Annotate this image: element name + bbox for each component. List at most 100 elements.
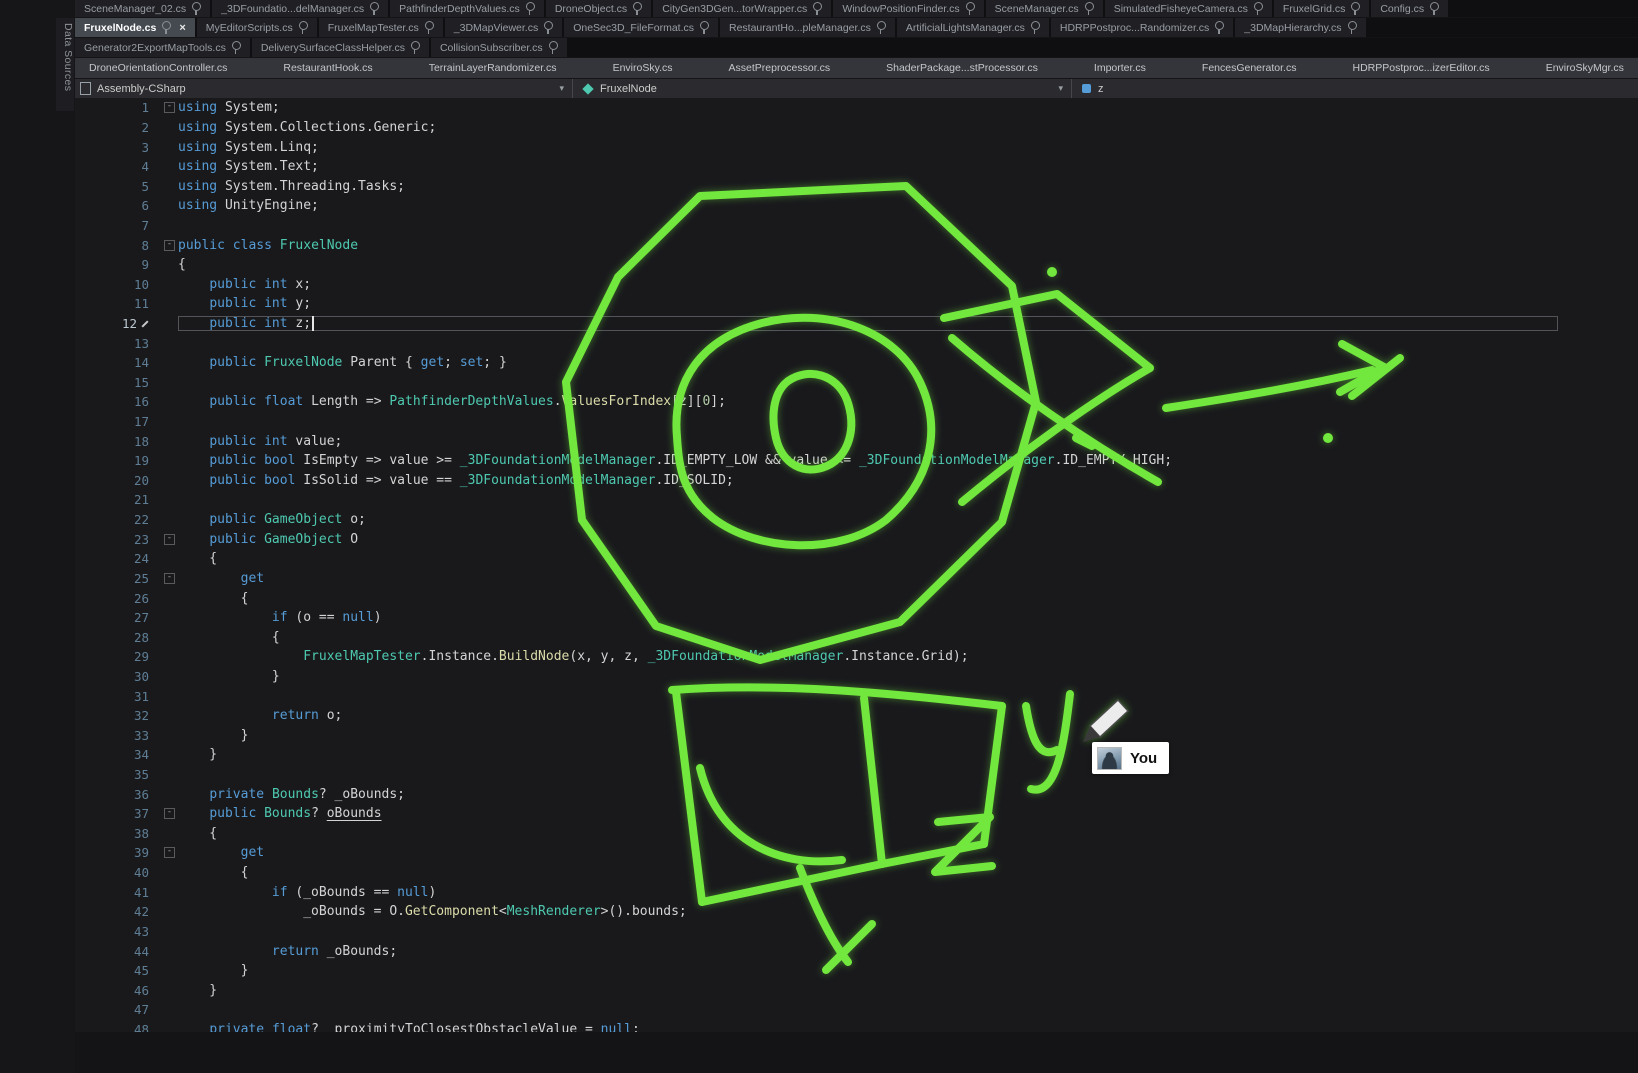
code-line-18[interactable]: 18 public int value; — [75, 431, 1638, 451]
code-line-13[interactable]: 13 — [75, 333, 1638, 353]
tab-fruxelnode-cs[interactable]: FruxelNode.cs× — [75, 18, 195, 37]
doc-tab-enviroskymgr-cs[interactable]: EnviroSkyMgr.cs — [1546, 62, 1624, 74]
code-line-47[interactable]: 47 — [75, 1000, 1638, 1020]
pin-icon[interactable] — [232, 41, 241, 50]
pin-icon[interactable] — [877, 21, 886, 30]
pin-icon[interactable] — [162, 21, 171, 30]
code-line-33[interactable]: 33 } — [75, 726, 1638, 746]
line-number[interactable]: 42 — [75, 904, 161, 919]
tab-3dfoundatio-delmanager-cs[interactable]: _3DFoundatio...delManager.cs — [212, 0, 388, 17]
fold-gutter[interactable]: - — [161, 808, 178, 819]
tab-droneobject-cs[interactable]: DroneObject.cs — [546, 0, 651, 17]
chevron-down-icon[interactable]: ▾ — [1058, 83, 1063, 94]
pin-icon[interactable] — [1351, 2, 1360, 11]
tab-config-cs[interactable]: Config.cs — [1371, 0, 1448, 17]
code-line-31[interactable]: 31 — [75, 686, 1638, 706]
chevron-down-icon[interactable]: ▾ — [559, 83, 564, 94]
code-line-37[interactable]: 37- public Bounds? oBounds — [75, 804, 1638, 824]
code-line-24[interactable]: 24 { — [75, 549, 1638, 569]
tab-generator2exportmaptools-cs[interactable]: Generator2ExportMapTools.cs — [75, 38, 250, 57]
member-dropdown[interactable]: z — [1072, 79, 1638, 98]
fold-gutter[interactable]: - — [161, 240, 178, 251]
doc-tab-hdrppostproc-izereditor-cs[interactable]: HDRPPostproc...izerEditor.cs — [1353, 62, 1490, 74]
line-number[interactable]: 34 — [75, 747, 161, 762]
data-sources-tool-tab[interactable]: Data Sources — [56, 18, 74, 111]
line-number[interactable]: 10 — [75, 277, 161, 292]
code-line-6[interactable]: 6using UnityEngine; — [75, 196, 1638, 216]
code-line-35[interactable]: 35 — [75, 765, 1638, 785]
line-number[interactable]: 15 — [75, 375, 161, 390]
line-number[interactable]: 43 — [75, 924, 161, 939]
fold-gutter[interactable]: - — [161, 573, 178, 584]
line-number[interactable]: 9 — [75, 257, 161, 272]
line-number[interactable]: 1 — [75, 100, 161, 115]
tab-fruxelmaptester-cs[interactable]: FruxelMapTester.cs — [319, 18, 443, 37]
code-line-40[interactable]: 40 { — [75, 863, 1638, 883]
code-line-48[interactable]: 48 private float? _proximityToClosestObs… — [75, 1020, 1638, 1032]
tab-hdrppostproc-randomizer-cs[interactable]: HDRPPostproc...Randomizer.cs — [1051, 18, 1233, 37]
code-line-3[interactable]: 3using System.Linq; — [75, 137, 1638, 157]
pin-icon[interactable] — [1031, 21, 1040, 30]
line-number[interactable]: 30 — [75, 669, 161, 684]
pin-icon[interactable] — [700, 21, 709, 30]
line-number[interactable]: 17 — [75, 414, 161, 429]
pin-icon[interactable] — [544, 21, 553, 30]
doc-tab-fencesgenerator-cs[interactable]: FencesGenerator.cs — [1202, 62, 1297, 74]
line-number[interactable]: 7 — [75, 218, 161, 233]
fold-gutter[interactable]: - — [161, 534, 178, 545]
line-number[interactable]: 8 — [75, 238, 161, 253]
code-line-2[interactable]: 2using System.Collections.Generic; — [75, 118, 1638, 138]
code-line-12[interactable]: 12 public int z; — [75, 314, 1638, 334]
line-number[interactable]: 45 — [75, 963, 161, 978]
tab-deliverysurfaceclasshelper-cs[interactable]: DeliverySurfaceClassHelper.cs — [252, 38, 429, 57]
code-line-23[interactable]: 23- public GameObject O — [75, 529, 1638, 549]
pin-icon[interactable] — [549, 41, 558, 50]
code-line-29[interactable]: 29 FruxelMapTester.Instance.BuildNode(x,… — [75, 647, 1638, 667]
code-line-7[interactable]: 7 — [75, 216, 1638, 236]
pin-icon[interactable] — [370, 2, 379, 11]
line-number[interactable]: 31 — [75, 689, 161, 704]
tab-citygen3dgen-torwrapper-cs[interactable]: CityGen3DGen...torWrapper.cs — [653, 0, 831, 17]
tab-simulatedfisheyecamera-cs[interactable]: SimulatedFisheyeCamera.cs — [1105, 0, 1272, 17]
tab-restaurantho-plemanager-cs[interactable]: RestaurantHo...pleManager.cs — [720, 18, 895, 37]
pin-icon[interactable] — [425, 21, 434, 30]
line-number[interactable]: 44 — [75, 944, 161, 959]
line-number[interactable]: 2 — [75, 120, 161, 135]
code-line-36[interactable]: 36 private Bounds? _oBounds; — [75, 784, 1638, 804]
line-number[interactable]: 23 — [75, 532, 161, 547]
code-line-32[interactable]: 32 return o; — [75, 706, 1638, 726]
fold-marker-icon[interactable]: - — [164, 847, 175, 858]
line-number[interactable]: 41 — [75, 885, 161, 900]
tab-collisionsubscriber-cs[interactable]: CollisionSubscriber.cs — [431, 38, 567, 57]
pin-icon[interactable] — [1254, 2, 1263, 11]
line-number[interactable]: 24 — [75, 551, 161, 566]
line-number[interactable]: 27 — [75, 610, 161, 625]
project-dropdown[interactable]: Assembly-CSharp ▾ — [75, 79, 573, 98]
code-line-21[interactable]: 21 — [75, 490, 1638, 510]
code-line-45[interactable]: 45 } — [75, 961, 1638, 981]
code-editor[interactable]: 1-using System;2using System.Collections… — [75, 98, 1638, 1032]
pin-icon[interactable] — [299, 21, 308, 30]
code-line-1[interactable]: 1-using System; — [75, 98, 1638, 118]
fold-gutter[interactable]: - — [161, 847, 178, 858]
line-number[interactable]: 46 — [75, 983, 161, 998]
code-line-8[interactable]: 8-public class FruxelNode — [75, 235, 1638, 255]
line-number[interactable]: 20 — [75, 473, 161, 488]
line-number[interactable]: 47 — [75, 1002, 161, 1017]
line-number[interactable]: 11 — [75, 296, 161, 311]
line-number[interactable]: 22 — [75, 512, 161, 527]
pin-icon[interactable] — [966, 2, 975, 11]
code-line-43[interactable]: 43 — [75, 922, 1638, 942]
doc-tab-terrainlayerrandomizer-cs[interactable]: TerrainLayerRandomizer.cs — [429, 62, 557, 74]
pin-icon[interactable] — [1085, 2, 1094, 11]
code-line-42[interactable]: 42 _oBounds = O.GetComponent<MeshRendere… — [75, 902, 1638, 922]
line-number[interactable]: 26 — [75, 591, 161, 606]
line-number[interactable]: 36 — [75, 787, 161, 802]
code-line-4[interactable]: 4using System.Text; — [75, 157, 1638, 177]
code-line-46[interactable]: 46 } — [75, 980, 1638, 1000]
pin-icon[interactable] — [1430, 2, 1439, 11]
fold-marker-icon[interactable]: - — [164, 102, 175, 113]
doc-tab-restauranthook-cs[interactable]: RestaurantHook.cs — [283, 62, 372, 74]
pin-icon[interactable] — [633, 2, 642, 11]
code-line-38[interactable]: 38 { — [75, 824, 1638, 844]
